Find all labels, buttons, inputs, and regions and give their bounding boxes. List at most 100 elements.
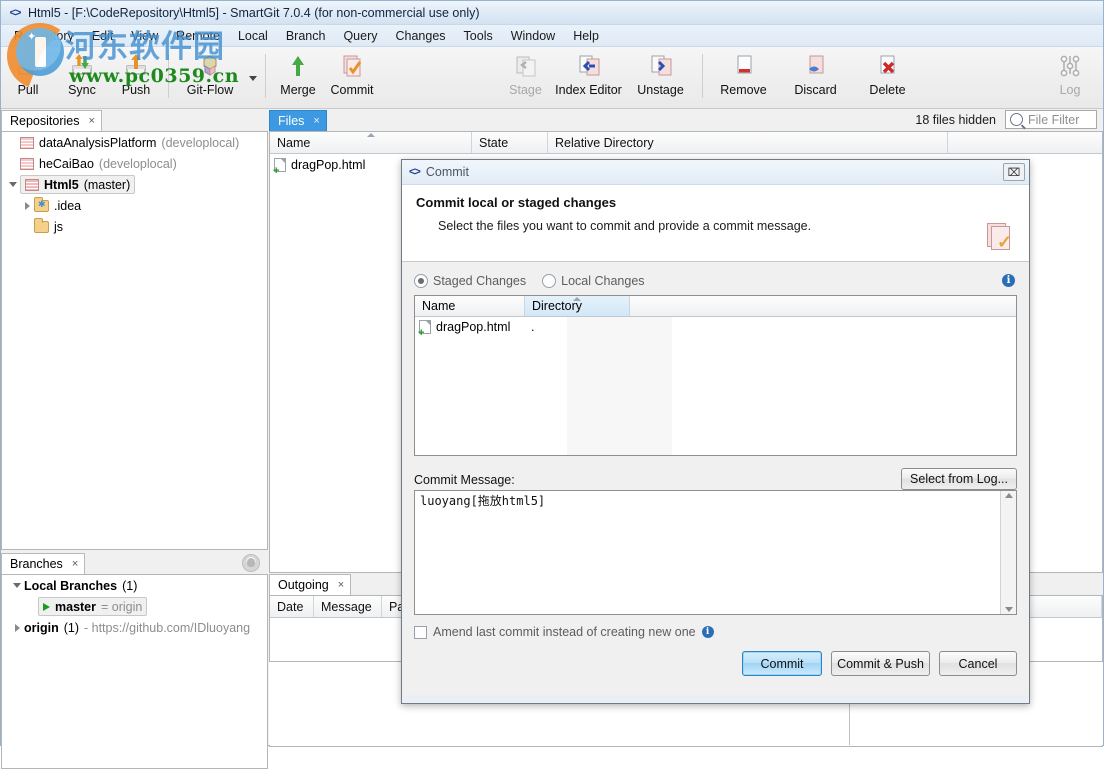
menu-item-local[interactable]: Local <box>229 27 277 45</box>
scroll-up-icon[interactable] <box>1004 493 1013 498</box>
repositories-tree[interactable]: dataAnalysisPlatform (developlocal) heCa… <box>1 131 268 550</box>
file-name: dragPop.html <box>291 157 366 172</box>
outgoing-column-message[interactable]: Message <box>314 596 382 617</box>
commit-files-table[interactable]: Name Directory dragPop.html . <box>414 295 1017 456</box>
toolbar-git-flow-label: Git-Flow <box>186 83 234 97</box>
close-button[interactable]: ⌧ <box>1003 163 1025 181</box>
folder-icon <box>34 217 49 233</box>
repository-row[interactable]: dataAnalysisPlatform (developlocal) <box>2 132 267 153</box>
toolbar-sync-label: Sync <box>68 83 96 97</box>
close-icon[interactable]: × <box>313 115 319 127</box>
menu-item-help[interactable]: Help <box>564 27 608 45</box>
radio-staged-changes-label: Staged Changes <box>433 274 527 288</box>
toolbar-index-editor-button[interactable]: Index Editor <box>553 47 625 105</box>
cancel-button[interactable]: Cancel <box>939 651 1017 676</box>
menu-item-tools[interactable]: Tools <box>455 27 502 45</box>
menu-item-remote[interactable]: Remote <box>167 27 229 45</box>
toolbar-commit-button[interactable]: Commit <box>325 47 379 105</box>
menu-item-query[interactable]: Query <box>334 27 386 45</box>
folder-row-js[interactable]: js <box>2 216 267 237</box>
select-from-log-button[interactable]: Select from Log... <box>901 468 1017 490</box>
twisty-open-icon[interactable] <box>6 182 20 187</box>
changes-scope-radiogroup: Staged Changes Local Changes i <box>414 271 1017 291</box>
radio-local-changes[interactable]: Local Changes <box>542 274 645 288</box>
file-filter-input[interactable]: File Filter <box>1005 110 1097 129</box>
twisty-closed-icon[interactable] <box>20 201 34 210</box>
tab-outgoing[interactable]: Outgoing × <box>269 574 352 595</box>
branch-row-origin[interactable]: origin (1) - https://github.com/IDluoyan… <box>2 617 267 638</box>
toolbar-delete-button[interactable]: Delete <box>852 47 924 105</box>
info-icon[interactable]: i <box>701 626 714 638</box>
menu-item-edit[interactable]: Edit <box>83 27 123 45</box>
branch-selected-chip: master = origin <box>38 597 148 616</box>
commit-dialog-titlebar: <> Commit ⌧ <box>402 160 1029 185</box>
files-column-relative-directory-label: Relative Directory <box>555 135 654 150</box>
close-icon[interactable]: × <box>338 579 344 591</box>
toolbar-git-flow-button[interactable]: Git-Flow <box>174 47 246 105</box>
files-column-relative-directory[interactable]: Relative Directory <box>548 132 948 153</box>
commit-files-table-header: Name Directory <box>415 296 1016 317</box>
twisty-closed-icon[interactable] <box>10 623 24 632</box>
repository-row[interactable]: heCaiBao (developlocal) <box>2 153 267 174</box>
file-added-icon <box>273 157 286 175</box>
toolbar-stage-button[interactable]: Stage <box>499 47 553 105</box>
branches-group-local[interactable]: Local Branches (1) <box>2 575 267 596</box>
toolbar-pull-label: Pull <box>17 83 39 97</box>
repository-row-selected[interactable]: Html5 (master) <box>2 174 267 195</box>
files-column-state[interactable]: State <box>472 132 548 153</box>
radio-staged-changes[interactable]: Staged Changes <box>414 274 526 288</box>
toolbar-push-button[interactable]: Push <box>109 47 163 105</box>
info-icon[interactable]: i <box>1002 274 1015 287</box>
remote-url: - https://github.com/IDluoyang <box>84 620 251 635</box>
commit-column-name[interactable]: Name <box>415 296 525 316</box>
toolbar-commit-label: Commit <box>330 83 374 97</box>
toolbar-pull-button[interactable]: Pull <box>1 47 55 105</box>
toolbar-discard-button[interactable]: Discard <box>780 47 852 105</box>
commit-column-directory[interactable]: Directory <box>525 296 630 316</box>
toolbar-unstage-button[interactable]: Unstage <box>625 47 697 105</box>
close-icon[interactable]: × <box>72 558 78 570</box>
github-icon[interactable] <box>242 554 260 572</box>
close-icon[interactable]: × <box>88 115 94 127</box>
menu-item-branch[interactable]: Branch <box>277 27 335 45</box>
menu-bar[interactable]: Repository Edit View Remote Local Branch… <box>1 25 1103 47</box>
menu-item-view[interactable]: View <box>122 27 167 45</box>
menu-item-changes[interactable]: Changes <box>387 27 455 45</box>
tab-repositories[interactable]: Repositories × <box>1 110 102 131</box>
delete-icon <box>875 53 901 79</box>
menu-item-repository[interactable]: Repository <box>5 27 83 45</box>
commit-column-directory-label: Directory <box>532 299 583 313</box>
twisty-open-icon[interactable] <box>10 583 24 588</box>
commit-and-push-button[interactable]: Commit & Push <box>831 651 930 676</box>
commit-file-name: dragPop.html <box>436 320 511 334</box>
toolbar-log-button[interactable]: Log <box>1043 47 1097 105</box>
commit-message-scrollbar[interactable] <box>1000 491 1016 614</box>
branch-row-master[interactable]: master = origin <box>2 596 267 617</box>
commit-button[interactable]: Commit <box>742 651 822 676</box>
pull-icon <box>15 53 41 79</box>
outgoing-column-date[interactable]: Date <box>270 596 314 617</box>
commit-icon <box>339 53 365 79</box>
commit-column-name-label: Name <box>422 299 456 313</box>
amend-checkbox[interactable] <box>414 625 427 639</box>
toolbar-git-flow-dropdown[interactable] <box>246 47 260 107</box>
files-column-name[interactable]: Name <box>270 132 472 153</box>
tab-outgoing-label: Outgoing <box>278 578 329 592</box>
tab-branches[interactable]: Branches × <box>1 553 86 574</box>
table-row[interactable]: dragPop.html . <box>415 317 1016 337</box>
toolbar-sync-button[interactable]: Sync <box>55 47 109 105</box>
amend-checkbox-label: Amend last commit instead of creating ne… <box>433 625 696 639</box>
amend-checkbox-row[interactable]: Amend last commit instead of creating ne… <box>414 625 1017 639</box>
menu-item-window[interactable]: Window <box>502 27 564 45</box>
toolbar-merge-button[interactable]: Merge <box>271 47 325 105</box>
folder-row-idea[interactable]: .idea <box>2 195 267 216</box>
commit-message-label: Commit Message: <box>414 473 515 487</box>
merge-icon <box>285 53 311 79</box>
commit-message-input[interactable]: luoyang[拖放html5] <box>414 490 1017 615</box>
branches-tree[interactable]: Local Branches (1) master = origin origi… <box>1 574 268 769</box>
toolbar-remove-button[interactable]: Remove <box>708 47 780 105</box>
title-bar: <> Html5 - [F:\CodeRepository\Html5] - S… <box>1 1 1103 25</box>
commit-message-value: luoyang[拖放html5] <box>420 494 546 508</box>
tab-files[interactable]: Files × <box>269 110 327 131</box>
scroll-down-icon[interactable] <box>1004 607 1013 612</box>
